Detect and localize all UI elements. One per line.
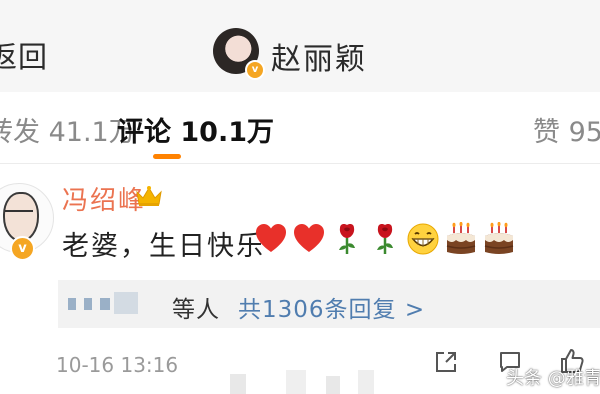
header-bar: 返回 v 赵丽颖 [0,0,600,92]
page-title: 赵丽颖 [271,42,367,77]
tab-comments[interactable]: 评论 10.1万 [117,110,274,149]
tab-bar: 转发 41.1万 评论 10.1万 赞 95 [0,92,600,162]
divider [0,163,600,164]
replies-box[interactable]: 等人 共1306条回复 > [58,280,600,328]
reply-names-suffix: 等人 [172,297,220,323]
tab-likes[interactable]: 赞 95 [533,110,600,149]
emoji-row [254,222,516,256]
blurred-name [114,292,138,314]
blurred-name [84,298,92,310]
watermark: 头条 @雅青 [506,368,600,389]
share-icon[interactable] [434,350,458,374]
active-tab-indicator [153,154,181,159]
tab-reposts[interactable]: 转发 41.1万 [0,110,136,149]
view-replies-link[interactable]: 共1306条回复 > [238,290,425,324]
birthday-cake-icon [484,222,514,254]
avatar-glasses [5,210,33,220]
verified-badge-icon: v [245,60,265,80]
mosaic-blur [230,370,380,394]
blurred-name [68,298,76,310]
verified-badge-icon: v [10,236,35,261]
grinning-face-icon [407,223,439,255]
rose-icon [339,224,355,254]
comment-timestamp: 10-16 13:16 [56,353,179,377]
red-heart-icon [294,224,324,252]
birthday-cake-icon [446,222,476,254]
blurred-name [100,298,110,310]
back-button[interactable]: 返回 [0,34,48,76]
crown-icon [136,186,162,206]
rose-icon [377,224,393,254]
comment-text: 老婆，生日快乐 [62,231,265,262]
red-heart-icon [256,224,286,252]
